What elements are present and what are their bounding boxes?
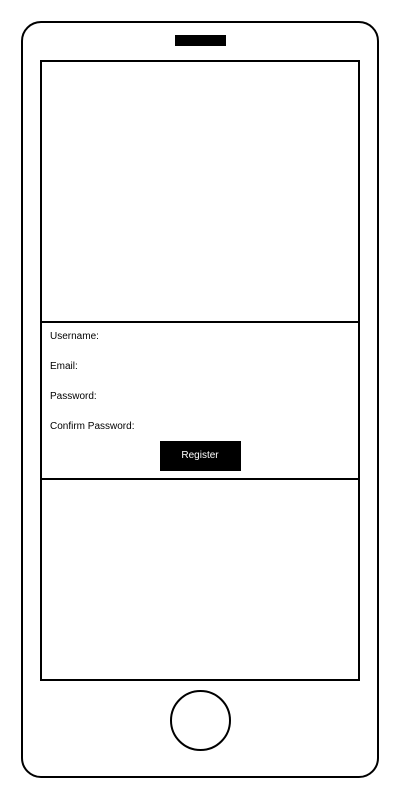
bottom-content-area [42, 480, 358, 679]
top-content-area [42, 62, 358, 323]
home-button[interactable] [170, 690, 231, 751]
phone-screen: Username: Email: Password: Confirm Passw… [40, 60, 360, 681]
registration-form: Username: Email: Password: Confirm Passw… [42, 324, 358, 480]
password-label: Password: [50, 390, 97, 402]
register-button[interactable]: Register [159, 441, 241, 471]
username-label: Username: [50, 330, 99, 342]
email-label: Email: [50, 360, 78, 372]
confirm-password-label: Confirm Password: [50, 420, 135, 432]
speaker-grille [175, 35, 226, 46]
